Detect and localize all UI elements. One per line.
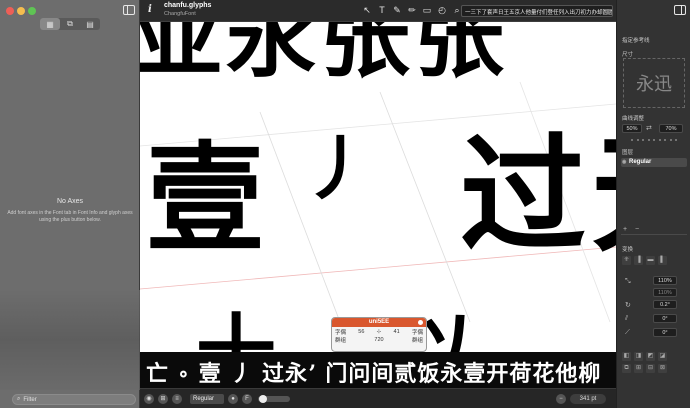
scale-icon: ⤡ [625,278,631,285]
glyph-preview-strip[interactable]: 亡 ∘ 壹 丿 过永ʼ 门问间贰饭永壹开荷花他柳 [140,352,616,388]
glyph-thumbnail: 永迅 [623,58,685,108]
canvas-glyph-row-top: 亚永张张 [140,22,508,90]
width-row: 群组 720 群组 [335,336,423,344]
canvas-glyph-active[interactable]: 壹 [146,140,264,258]
document-subtitle: ChangfuFont [164,11,196,17]
search-icon: ⌕ [17,396,21,402]
window-close-button[interactable] [6,7,14,15]
window-minimize-button[interactable] [17,7,25,15]
rotate-icon[interactable]: ↻ [625,301,631,309]
segment-list-icon[interactable]: ▤ [80,18,100,30]
skew-field[interactable]: 0° [653,328,677,337]
tool-group: ↖ T ✎ ✏ ▭ ◴ ⌕ [361,3,463,17]
glyph-info-header: uni5EE [332,318,426,327]
glyph-name: uni5EE [368,319,390,325]
info-icon[interactable]: i [148,4,152,15]
sidebar-background-shade [0,290,140,390]
preview-text-field[interactable]: 一三下了套声日王五京人他量付们登任列入出刀初力办却圆圆方下日曼残木本术段离京量过… [461,5,613,17]
width-value[interactable]: 720 [374,337,383,343]
transform-section-title: 变换 [622,247,634,253]
zoom-out-icon[interactable]: − [556,394,566,404]
select-tool-icon[interactable]: ↖ [361,3,373,17]
toolbar: i chanfu.glyphs ChangfuFont ↖ T ✎ ✏ ▭ ◴ … [140,0,616,22]
sidebar-view-segmented-control[interactable]: ▦ ⧉ ▤ [40,18,100,30]
curve-value-a[interactable]: 50% [622,124,642,133]
preview-slider[interactable] [258,395,290,403]
glyph-preview-text: 亡 ∘ 壹 丿 过永ʼ 门问间贰饭永壹开荷花他柳 [146,361,602,387]
rsb-value[interactable]: 41 [394,329,400,335]
right-inspector-panel: 指定参考线 尺寸 永迅 曲线调整 50% ⇄ 70% 图层 Regular + … [616,0,690,408]
size-section-title: 尺寸 [622,52,634,58]
origin-icon: ⁜ [622,256,631,265]
canvas-glyph-partial[interactable]: 无 [592,132,616,258]
inspector-toggle-icon[interactable] [674,5,686,15]
text-tool-icon[interactable]: T [376,3,388,17]
slant-icon[interactable]: ⫽ [625,315,628,323]
eye-icon[interactable]: ◉ [144,394,154,404]
document-title: chanfu.glyphs [164,2,212,9]
curve-link-icon[interactable]: ⇄ [646,124,652,132]
no-axes-title: No Axes [56,198,84,205]
close-palette-icon[interactable] [418,320,423,325]
layers-section-title: 图层 [622,150,634,156]
metrics-row: 字偶 56 ⊹ 41 字偶 [335,328,423,336]
scale-y-field[interactable]: 110% [653,288,677,297]
layer-item-regular[interactable]: Regular [621,158,687,167]
window-zoom-button[interactable] [28,7,36,15]
sidebar-toggle-icon[interactable] [123,5,135,15]
panel-divider [621,234,687,235]
font-icon[interactable]: F [242,394,252,404]
filter-placeholder: Filter [23,396,37,403]
remove-layer-icon[interactable]: − [635,226,639,233]
curve-value-b[interactable]: 70% [659,124,683,133]
path-operations-grid[interactable]: ◧ ◨ ◩ ◪ ⧉ ⊞ ⊟ ⊠ [622,352,667,373]
pen-tool-icon[interactable]: ✎ [391,3,403,17]
scale-x-field[interactable]: 110% [653,276,677,285]
glyph-info-palette[interactable]: uni5EE 字偶 56 ⊹ 41 字偶 群组 720 群组 [331,317,427,352]
left-sidebar: ▦ ⧉ ▤ No Axes Add font axes in the Font … [0,0,140,408]
rectangle-tool-icon[interactable]: ▭ [421,3,433,17]
filter-field[interactable]: ⌕ Filter [12,394,136,405]
reference-section-title: 指定参考线 [622,38,650,44]
rotate-field[interactable]: 0.2° [653,300,677,309]
group-right-label: 群组 [411,338,423,344]
slant-field[interactable]: 0° [653,314,677,323]
canvas-glyph-stroke[interactable]: 丿 [302,134,372,204]
rsb-label: 字偶 [411,330,423,336]
rotate-tool-icon[interactable]: ◴ [436,3,448,17]
curve-section-title: 曲线调整 [622,116,645,122]
canvas-glyph-guo[interactable]: 过 [460,132,586,258]
bottom-bar: ◉ ⊞ ≡ Regular ● F − 341 pt [140,388,616,408]
grid-icon[interactable]: ⊞ [158,394,168,404]
skew-icon[interactable]: ⟋ [625,329,630,337]
segment-components-icon[interactable]: ⧉ [60,18,80,30]
master-selector[interactable]: Regular [190,394,224,404]
glyph-info-body: 字偶 56 ⊹ 41 字偶 群组 720 群组 [332,327,426,345]
no-axes-help-text: Add font axes in the Font tab in Font In… [7,210,133,223]
layers-icon[interactable]: ≡ [172,394,182,404]
color-icon[interactable]: ● [228,394,238,404]
lsb-value[interactable]: 56 [358,329,364,335]
pencil-tool-icon[interactable]: ✏ [406,3,418,17]
segment-glyphs-icon[interactable]: ▦ [40,18,60,30]
group-left-label: 群组 [335,338,347,344]
zoom-level[interactable]: 341 pt [570,394,606,404]
metrics-link-icon: ⊹ [376,329,382,335]
align-grid[interactable]: ⁜ ▐ ▬ ▌ [622,256,667,265]
lsb-label: 字偶 [335,330,347,336]
add-layer-icon[interactable]: + [623,226,627,233]
curve-slider[interactable] [631,139,677,141]
